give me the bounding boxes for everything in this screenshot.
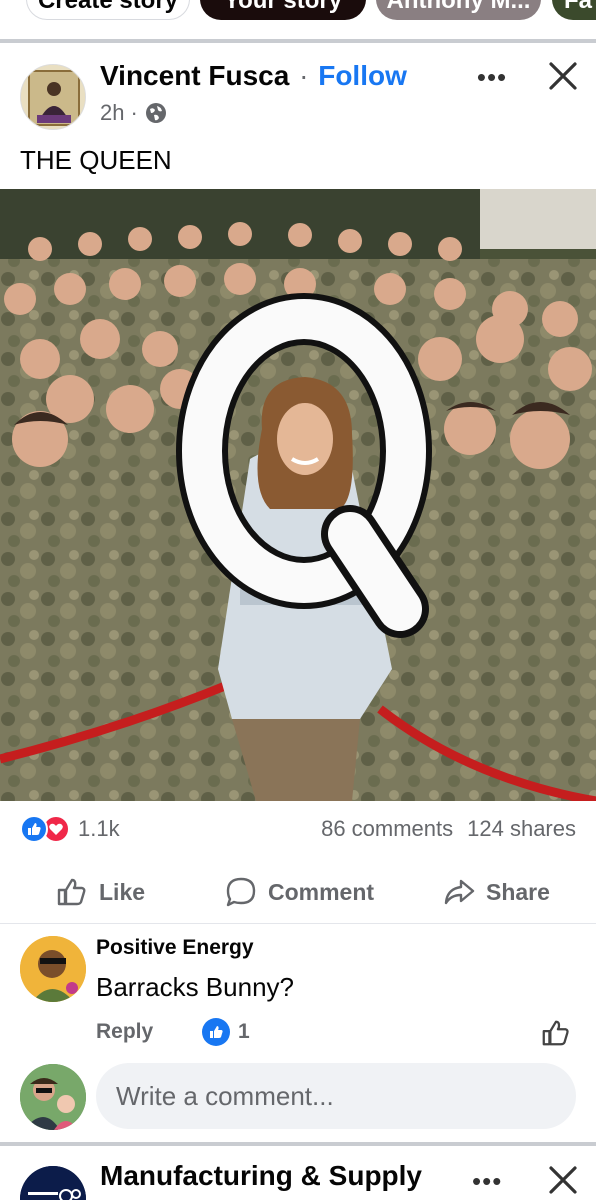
share-icon [444, 879, 475, 905]
more-icon[interactable]: ••• [472, 62, 512, 92]
like-button[interactable]: Like [55, 872, 145, 912]
post-text: THE QUEEN [20, 145, 172, 175]
post-author-line: Vincent Fusca · Follow [100, 60, 407, 92]
create-story-button[interactable]: Create story [26, 0, 190, 20]
close-icon[interactable] [545, 1162, 581, 1198]
user-avatar[interactable] [20, 1064, 86, 1130]
story-label: Create story [37, 0, 179, 14]
story-label: Anthony M... [386, 0, 531, 14]
commenter-avatar[interactable] [20, 936, 86, 1002]
comment-like-icon[interactable] [540, 1017, 572, 1049]
commenter-name[interactable]: Positive Energy [96, 936, 254, 960]
comment-input[interactable] [96, 1063, 576, 1129]
comment-label: Comment [268, 878, 375, 905]
like-reaction-icon [20, 815, 48, 843]
post-meta: 2h · [100, 100, 168, 126]
globe-icon [145, 103, 166, 123]
stories-strip: Create story Your story Anthony M... Fa [0, 0, 596, 38]
engagement-counts: 86 comments 124 shares [321, 816, 576, 842]
next-post-author[interactable]: Manufacturing & Supply [100, 1160, 422, 1192]
story-label: Your story [223, 0, 343, 14]
follow-button[interactable]: Follow [318, 60, 407, 91]
comment-button[interactable]: Comment [224, 872, 374, 912]
thumbs-up-icon [57, 878, 86, 906]
comment-text: Barracks Bunny? [96, 972, 294, 1002]
action-divider [0, 923, 596, 924]
like-label: Like [99, 878, 146, 905]
comment-like-count[interactable]: 1 [202, 1018, 250, 1046]
next-post-avatar[interactable] [20, 1166, 86, 1200]
story-anthony[interactable]: Anthony M... [376, 0, 541, 20]
more-icon[interactable]: ••• [472, 1166, 502, 1197]
feed-divider [0, 39, 596, 43]
comment-like-number: 1 [238, 1020, 250, 1043]
comment-icon [226, 877, 256, 907]
reply-button[interactable]: Reply [96, 1020, 153, 1044]
like-reaction-icon [202, 1018, 230, 1046]
share-button[interactable]: Share [442, 872, 550, 912]
author-name[interactable]: Vincent Fusca [100, 60, 289, 91]
reaction-count: 1.1k [78, 816, 120, 841]
story-label: Fa [564, 0, 593, 14]
image-letter: Q [0, 189, 12, 193]
story-fa[interactable]: Fa [552, 0, 596, 20]
post-time[interactable]: 2h [100, 100, 124, 126]
reactions-summary[interactable]: 1.1k [20, 815, 120, 843]
close-icon[interactable] [545, 58, 581, 94]
comments-count[interactable]: 86 comments [321, 816, 453, 842]
shares-count[interactable]: 124 shares [467, 816, 576, 842]
share-label: Share [486, 878, 550, 905]
post-image[interactable]: Q [0, 189, 596, 801]
meta-separator: · [130, 100, 138, 125]
feed-divider [0, 1142, 596, 1146]
your-story-button[interactable]: Your story [200, 0, 366, 20]
separator-dot: · [299, 60, 309, 91]
author-avatar[interactable] [20, 64, 86, 130]
